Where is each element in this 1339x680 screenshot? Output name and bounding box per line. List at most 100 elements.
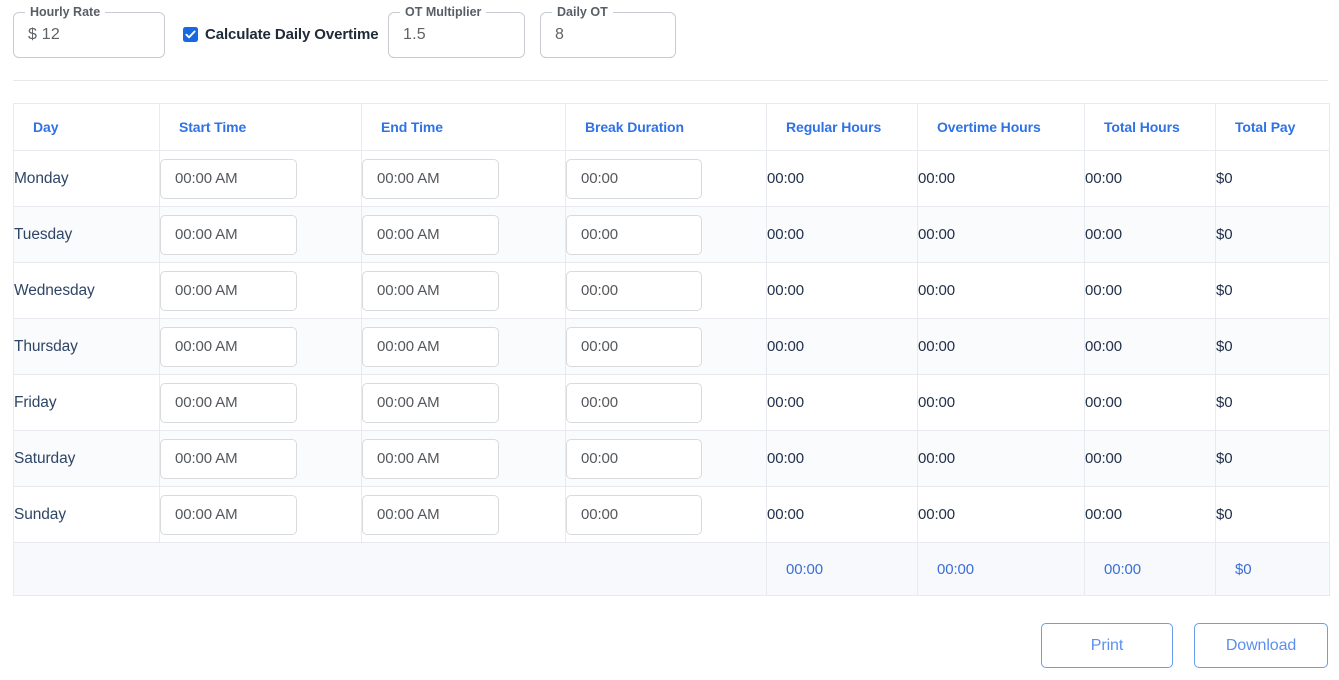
regular-hours-value: 00:00 [766, 206, 918, 263]
start-time-input[interactable]: 00:00 AM [160, 158, 297, 199]
summary-total-pay: $0 [1215, 542, 1330, 596]
column-header-total-pay: Total Pay [1215, 103, 1330, 151]
break-duration-input[interactable]: 00:00 [566, 158, 702, 199]
total-pay-value: $0 [1215, 150, 1330, 207]
end-time-cell: 00:00 AM [361, 318, 566, 375]
table-header-row: Day Start Time End Time Break Duration R… [13, 103, 1330, 151]
regular-hours-value: 00:00 [766, 262, 918, 319]
break-duration-cell: 00:00 [565, 374, 767, 431]
end-time-input[interactable]: 00:00 AM [362, 214, 499, 255]
download-button[interactable]: Download [1194, 623, 1328, 668]
end-time-input[interactable]: 00:00 AM [362, 494, 499, 535]
break-duration-input[interactable]: 00:00 [566, 214, 702, 255]
end-time-cell: 00:00 AM [361, 486, 566, 543]
total-hours-value: 00:00 [1084, 430, 1216, 487]
settings-bar: Hourly Rate $ 12 Calculate Daily Overtim… [0, 0, 1339, 81]
start-time-cell: 00:00 AM [159, 150, 362, 207]
ot-multiplier-value: 1.5 [403, 26, 426, 43]
end-time-input[interactable]: 00:00 AM [362, 270, 499, 311]
start-time-cell: 00:00 AM [159, 430, 362, 487]
table-row: Monday 00:00 AM 00:00 AM 00:00 00:00 00:… [13, 150, 1330, 207]
regular-hours-value: 00:00 [766, 486, 918, 543]
timesheet-table-wrapper: Day Start Time End Time Break Duration R… [13, 103, 1330, 596]
break-duration-cell: 00:00 [565, 206, 767, 263]
start-time-cell: 00:00 AM [159, 374, 362, 431]
day-label: Saturday [13, 430, 160, 487]
column-header-start-time: Start Time [159, 103, 362, 151]
timesheet-table: Day Start Time End Time Break Duration R… [13, 103, 1330, 596]
table-header: Day Start Time End Time Break Duration R… [13, 103, 1330, 151]
start-time-input[interactable]: 00:00 AM [160, 270, 297, 311]
hourly-rate-field[interactable]: Hourly Rate $ 12 [13, 5, 165, 58]
ot-multiplier-field[interactable]: OT Multiplier 1.5 [388, 5, 525, 58]
regular-hours-value: 00:00 [766, 374, 918, 431]
table-row: Sunday 00:00 AM 00:00 AM 00:00 00:00 00:… [13, 486, 1330, 543]
table-row: Wednesday 00:00 AM 00:00 AM 00:00 00:00 … [13, 262, 1330, 319]
start-time-input[interactable]: 00:00 AM [160, 494, 297, 535]
total-pay-value: $0 [1215, 486, 1330, 543]
daily-ot-value: 8 [555, 26, 565, 43]
break-duration-input[interactable]: 00:00 [566, 270, 702, 311]
overtime-hours-value: 00:00 [917, 262, 1085, 319]
overtime-hours-value: 00:00 [917, 150, 1085, 207]
end-time-input[interactable]: 00:00 AM [362, 158, 499, 199]
break-duration-input[interactable]: 00:00 [566, 326, 702, 367]
column-header-end-time: End Time [361, 103, 566, 151]
summary-row: 00:00 00:00 00:00 $0 [13, 542, 1330, 596]
total-pay-value: $0 [1215, 374, 1330, 431]
total-pay-value: $0 [1215, 206, 1330, 263]
overtime-hours-value: 00:00 [917, 430, 1085, 487]
end-time-input[interactable]: 00:00 AM [362, 438, 499, 479]
calculate-daily-overtime-checkbox[interactable]: Calculate Daily Overtime [183, 26, 379, 43]
end-time-input[interactable]: 00:00 AM [362, 326, 499, 367]
start-time-cell: 00:00 AM [159, 262, 362, 319]
column-header-day: Day [13, 103, 160, 151]
regular-hours-value: 00:00 [766, 430, 918, 487]
total-hours-value: 00:00 [1084, 262, 1216, 319]
daily-ot-field[interactable]: Daily OT 8 [540, 5, 676, 58]
print-button[interactable]: Print [1041, 623, 1173, 668]
end-time-cell: 00:00 AM [361, 206, 566, 263]
end-time-cell: 00:00 AM [361, 150, 566, 207]
break-duration-cell: 00:00 [565, 486, 767, 543]
start-time-input[interactable]: 00:00 AM [160, 326, 297, 367]
day-label: Tuesday [13, 206, 160, 263]
day-label: Wednesday [13, 262, 160, 319]
summary-overtime-hours: 00:00 [917, 542, 1085, 596]
check-icon [183, 27, 198, 42]
overtime-hours-value: 00:00 [917, 206, 1085, 263]
start-time-cell: 00:00 AM [159, 206, 362, 263]
day-label: Sunday [13, 486, 160, 543]
footer-actions: Print Download [1041, 623, 1328, 668]
end-time-cell: 00:00 AM [361, 430, 566, 487]
regular-hours-value: 00:00 [766, 318, 918, 375]
hourly-rate-value: $ 12 [28, 26, 60, 43]
start-time-input[interactable]: 00:00 AM [160, 382, 297, 423]
calculate-daily-overtime-label: Calculate Daily Overtime [205, 26, 379, 43]
table-row: Friday 00:00 AM 00:00 AM 00:00 00:00 00:… [13, 374, 1330, 431]
total-pay-value: $0 [1215, 318, 1330, 375]
column-header-overtime-hours: Overtime Hours [917, 103, 1085, 151]
table-body: Monday 00:00 AM 00:00 AM 00:00 00:00 00:… [13, 150, 1330, 596]
start-time-input[interactable]: 00:00 AM [160, 214, 297, 255]
start-time-cell: 00:00 AM [159, 486, 362, 543]
table-row: Tuesday 00:00 AM 00:00 AM 00:00 00:00 00… [13, 206, 1330, 263]
start-time-cell: 00:00 AM [159, 318, 362, 375]
summary-total-hours: 00:00 [1084, 542, 1216, 596]
break-duration-cell: 00:00 [565, 150, 767, 207]
end-time-input[interactable]: 00:00 AM [362, 382, 499, 423]
break-duration-input[interactable]: 00:00 [566, 382, 702, 423]
end-time-cell: 00:00 AM [361, 262, 566, 319]
settings-divider [13, 80, 1328, 81]
break-duration-input[interactable]: 00:00 [566, 494, 702, 535]
total-pay-value: $0 [1215, 430, 1330, 487]
overtime-hours-value: 00:00 [917, 374, 1085, 431]
summary-blank-cell [13, 542, 767, 596]
total-hours-value: 00:00 [1084, 206, 1216, 263]
total-pay-value: $0 [1215, 262, 1330, 319]
table-row: Saturday 00:00 AM 00:00 AM 00:00 00:00 0… [13, 430, 1330, 487]
break-duration-input[interactable]: 00:00 [566, 438, 702, 479]
total-hours-value: 00:00 [1084, 374, 1216, 431]
total-hours-value: 00:00 [1084, 318, 1216, 375]
start-time-input[interactable]: 00:00 AM [160, 438, 297, 479]
